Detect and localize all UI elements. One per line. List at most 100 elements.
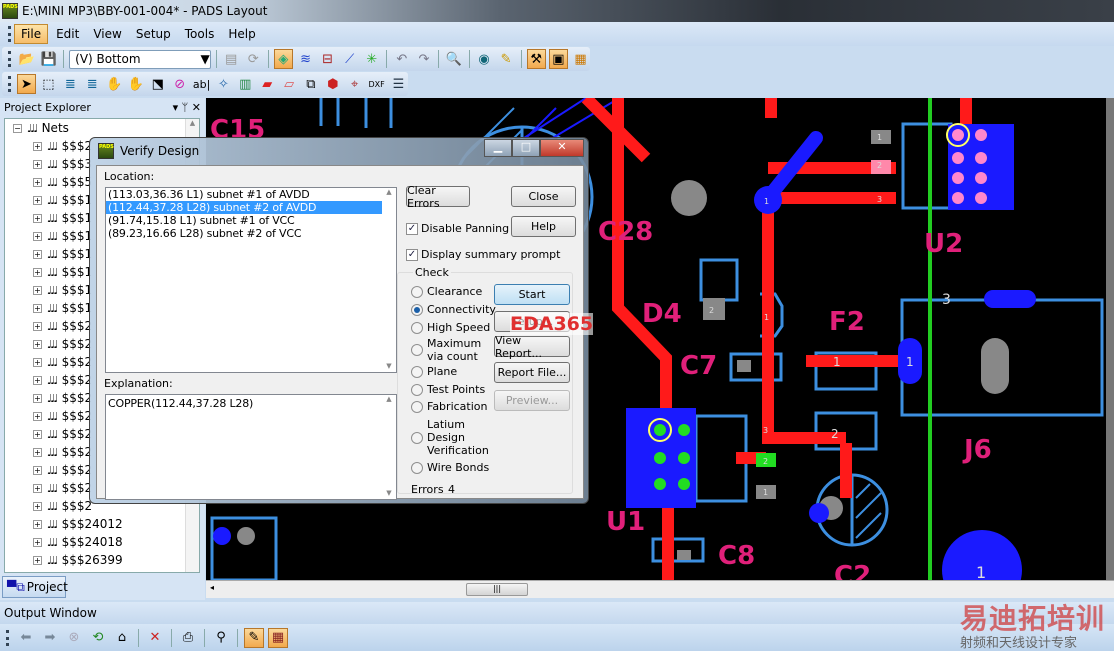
- menu-help[interactable]: Help: [222, 25, 261, 43]
- net-item[interactable]: + ♩♩♩ $$$26399: [5, 551, 199, 569]
- canvas-horizontal-scrollbar[interactable]: ◂ |||: [206, 580, 1114, 598]
- menu-setup[interactable]: Setup: [130, 25, 177, 43]
- pour-icon[interactable]: ✋: [105, 74, 124, 94]
- toolbar-grip[interactable]: [8, 26, 11, 42]
- dxf-icon[interactable]: DXF: [367, 74, 386, 94]
- explanation-box[interactable]: COPPER(112.44,37.28 L28) ▲ ▼: [105, 394, 397, 500]
- save-icon[interactable]: 💾: [39, 49, 58, 69]
- expand-icon[interactable]: +: [33, 339, 42, 349]
- check-radio[interactable]: Fabrication: [411, 400, 493, 413]
- expand-icon[interactable]: +: [33, 501, 42, 511]
- 2d-line-icon[interactable]: ✧: [214, 74, 233, 94]
- log-list-icon[interactable]: ▦: [268, 627, 288, 648]
- ecotool-icon[interactable]: ✳: [362, 49, 381, 69]
- plane-icon[interactable]: ▰: [258, 74, 277, 94]
- expand-icon[interactable]: +: [33, 447, 42, 457]
- menu-edit[interactable]: Edit: [50, 25, 85, 43]
- net-item[interactable]: + ♩♩♩ $$$24012: [5, 515, 199, 533]
- library-icon[interactable]: ▥: [236, 74, 255, 94]
- close-icon[interactable]: ✕: [192, 101, 201, 114]
- dimension-tool-icon[interactable]: ⌖: [345, 74, 364, 94]
- scrollbar-thumb[interactable]: |||: [466, 583, 528, 596]
- location-list[interactable]: (113.03,36.36 L1) subnet #1 of AVDD (112.…: [105, 187, 397, 373]
- location-item[interactable]: (89.23,16.66 L28) subnet #2 of VCC: [106, 227, 396, 240]
- expand-icon[interactable]: +: [33, 195, 42, 205]
- expand-icon[interactable]: +: [33, 393, 42, 403]
- dropdown-icon[interactable]: ▾: [173, 101, 179, 114]
- from-library-icon[interactable]: ⧉: [302, 74, 321, 94]
- stop-icon[interactable]: ⊗: [64, 628, 84, 648]
- location-item[interactable]: (112.44,37.28 L28) subnet #2 of AVDD: [106, 201, 382, 214]
- text-icon[interactable]: ab|: [192, 74, 211, 94]
- close-button[interactable]: Close: [511, 186, 576, 207]
- expand-icon[interactable]: +: [33, 357, 42, 367]
- expand-icon[interactable]: +: [33, 465, 42, 475]
- check-radio[interactable]: Latium Design Verification: [411, 418, 493, 457]
- view-report-button[interactable]: View Report...: [494, 334, 570, 360]
- back-arrow-icon[interactable]: ⬅: [16, 628, 36, 648]
- expand-icon[interactable]: +: [33, 375, 42, 385]
- help-button[interactable]: Help: [511, 216, 576, 237]
- expand-icon[interactable]: +: [33, 231, 42, 241]
- dimension-icon[interactable]: ⊟: [318, 49, 337, 69]
- expand-icon[interactable]: +: [33, 537, 42, 547]
- list-icon[interactable]: ☰: [389, 74, 408, 94]
- layer-select[interactable]: (V) Bottom ▼: [69, 49, 211, 69]
- disable-panning-checkbox[interactable]: ✓ Disable Panning: [406, 222, 509, 235]
- expand-icon[interactable]: +: [33, 411, 42, 421]
- undo-icon[interactable]: ↶: [392, 49, 411, 69]
- expand-icon[interactable]: +: [33, 159, 42, 169]
- expand-icon[interactable]: +: [33, 303, 42, 313]
- forward-arrow-icon[interactable]: ➡: [40, 628, 60, 648]
- find-binoculars-icon[interactable]: ⚲: [211, 628, 231, 648]
- select-arrow-icon[interactable]: ➤: [17, 74, 36, 94]
- expand-icon[interactable]: +: [33, 285, 42, 295]
- properties-icon[interactable]: ▤: [222, 49, 241, 69]
- expand-icon[interactable]: +: [33, 519, 42, 529]
- redo-icon[interactable]: ↷: [414, 49, 433, 69]
- pads-router-icon[interactable]: ▦: [571, 49, 590, 69]
- plane-area-icon[interactable]: ▱: [280, 74, 299, 94]
- trace-icon[interactable]: ⟋: [340, 49, 359, 69]
- expand-icon[interactable]: +: [33, 141, 42, 151]
- refresh-icon[interactable]: ⟲: [88, 628, 108, 648]
- hammer-icon[interactable]: ⚒: [526, 49, 546, 69]
- location-item[interactable]: (113.03,36.36 L1) subnet #1 of AVDD: [106, 188, 396, 201]
- window-icon[interactable]: ▣: [548, 49, 568, 69]
- delete-icon[interactable]: ✕: [145, 628, 165, 648]
- expand-icon[interactable]: +: [33, 429, 42, 439]
- home-icon[interactable]: ⌂: [112, 628, 132, 648]
- hatch-icon[interactable]: ✋: [127, 74, 146, 94]
- scroll-left-icon[interactable]: ◂: [210, 583, 214, 592]
- refresh-icon[interactable]: ⟳: [244, 49, 263, 69]
- expand-icon[interactable]: +: [33, 483, 42, 493]
- close-window-button[interactable]: ✕: [540, 139, 584, 157]
- pencil-icon[interactable]: ✎: [244, 627, 264, 648]
- check-radio[interactable]: High Speed: [411, 321, 493, 334]
- check-radio[interactable]: Test Points: [411, 383, 493, 396]
- collapse-icon[interactable]: −: [13, 123, 22, 133]
- keepout-icon[interactable]: ⊘: [170, 74, 189, 94]
- toolbar-grip[interactable]: [8, 76, 11, 92]
- tree-root-nets[interactable]: − ♩♩♩ Nets: [5, 119, 199, 137]
- check-radio[interactable]: Connectivity: [411, 303, 496, 316]
- menu-file[interactable]: File: [14, 24, 49, 44]
- display-summary-checkbox[interactable]: ✓ Display summary prompt: [406, 248, 560, 261]
- expand-icon[interactable]: +: [33, 267, 42, 277]
- pin-icon[interactable]: ᛘ: [182, 101, 189, 114]
- toolbar-grip[interactable]: [6, 629, 9, 646]
- component-icon[interactable]: ⬢: [323, 74, 342, 94]
- clear-errors-button[interactable]: Clear Errors: [406, 184, 470, 210]
- expand-icon[interactable]: +: [33, 555, 42, 565]
- expand-icon[interactable]: +: [33, 177, 42, 187]
- menu-view[interactable]: View: [87, 25, 127, 43]
- report-file-button[interactable]: Report File...: [494, 362, 570, 383]
- tab-project[interactable]: ▀⧉ Project: [2, 576, 68, 598]
- select-mode-icon[interactable]: ⬚: [39, 74, 58, 94]
- check-radio[interactable]: Plane: [411, 365, 493, 378]
- route-icon[interactable]: ≋: [296, 49, 315, 69]
- open-folder-icon[interactable]: 📂: [17, 49, 36, 69]
- toolbar-grip[interactable]: [8, 51, 11, 67]
- location-item[interactable]: (91.74,15.18 L1) subnet #1 of VCC: [106, 214, 396, 227]
- location-scrollbar[interactable]: ▲ ▼: [382, 188, 396, 372]
